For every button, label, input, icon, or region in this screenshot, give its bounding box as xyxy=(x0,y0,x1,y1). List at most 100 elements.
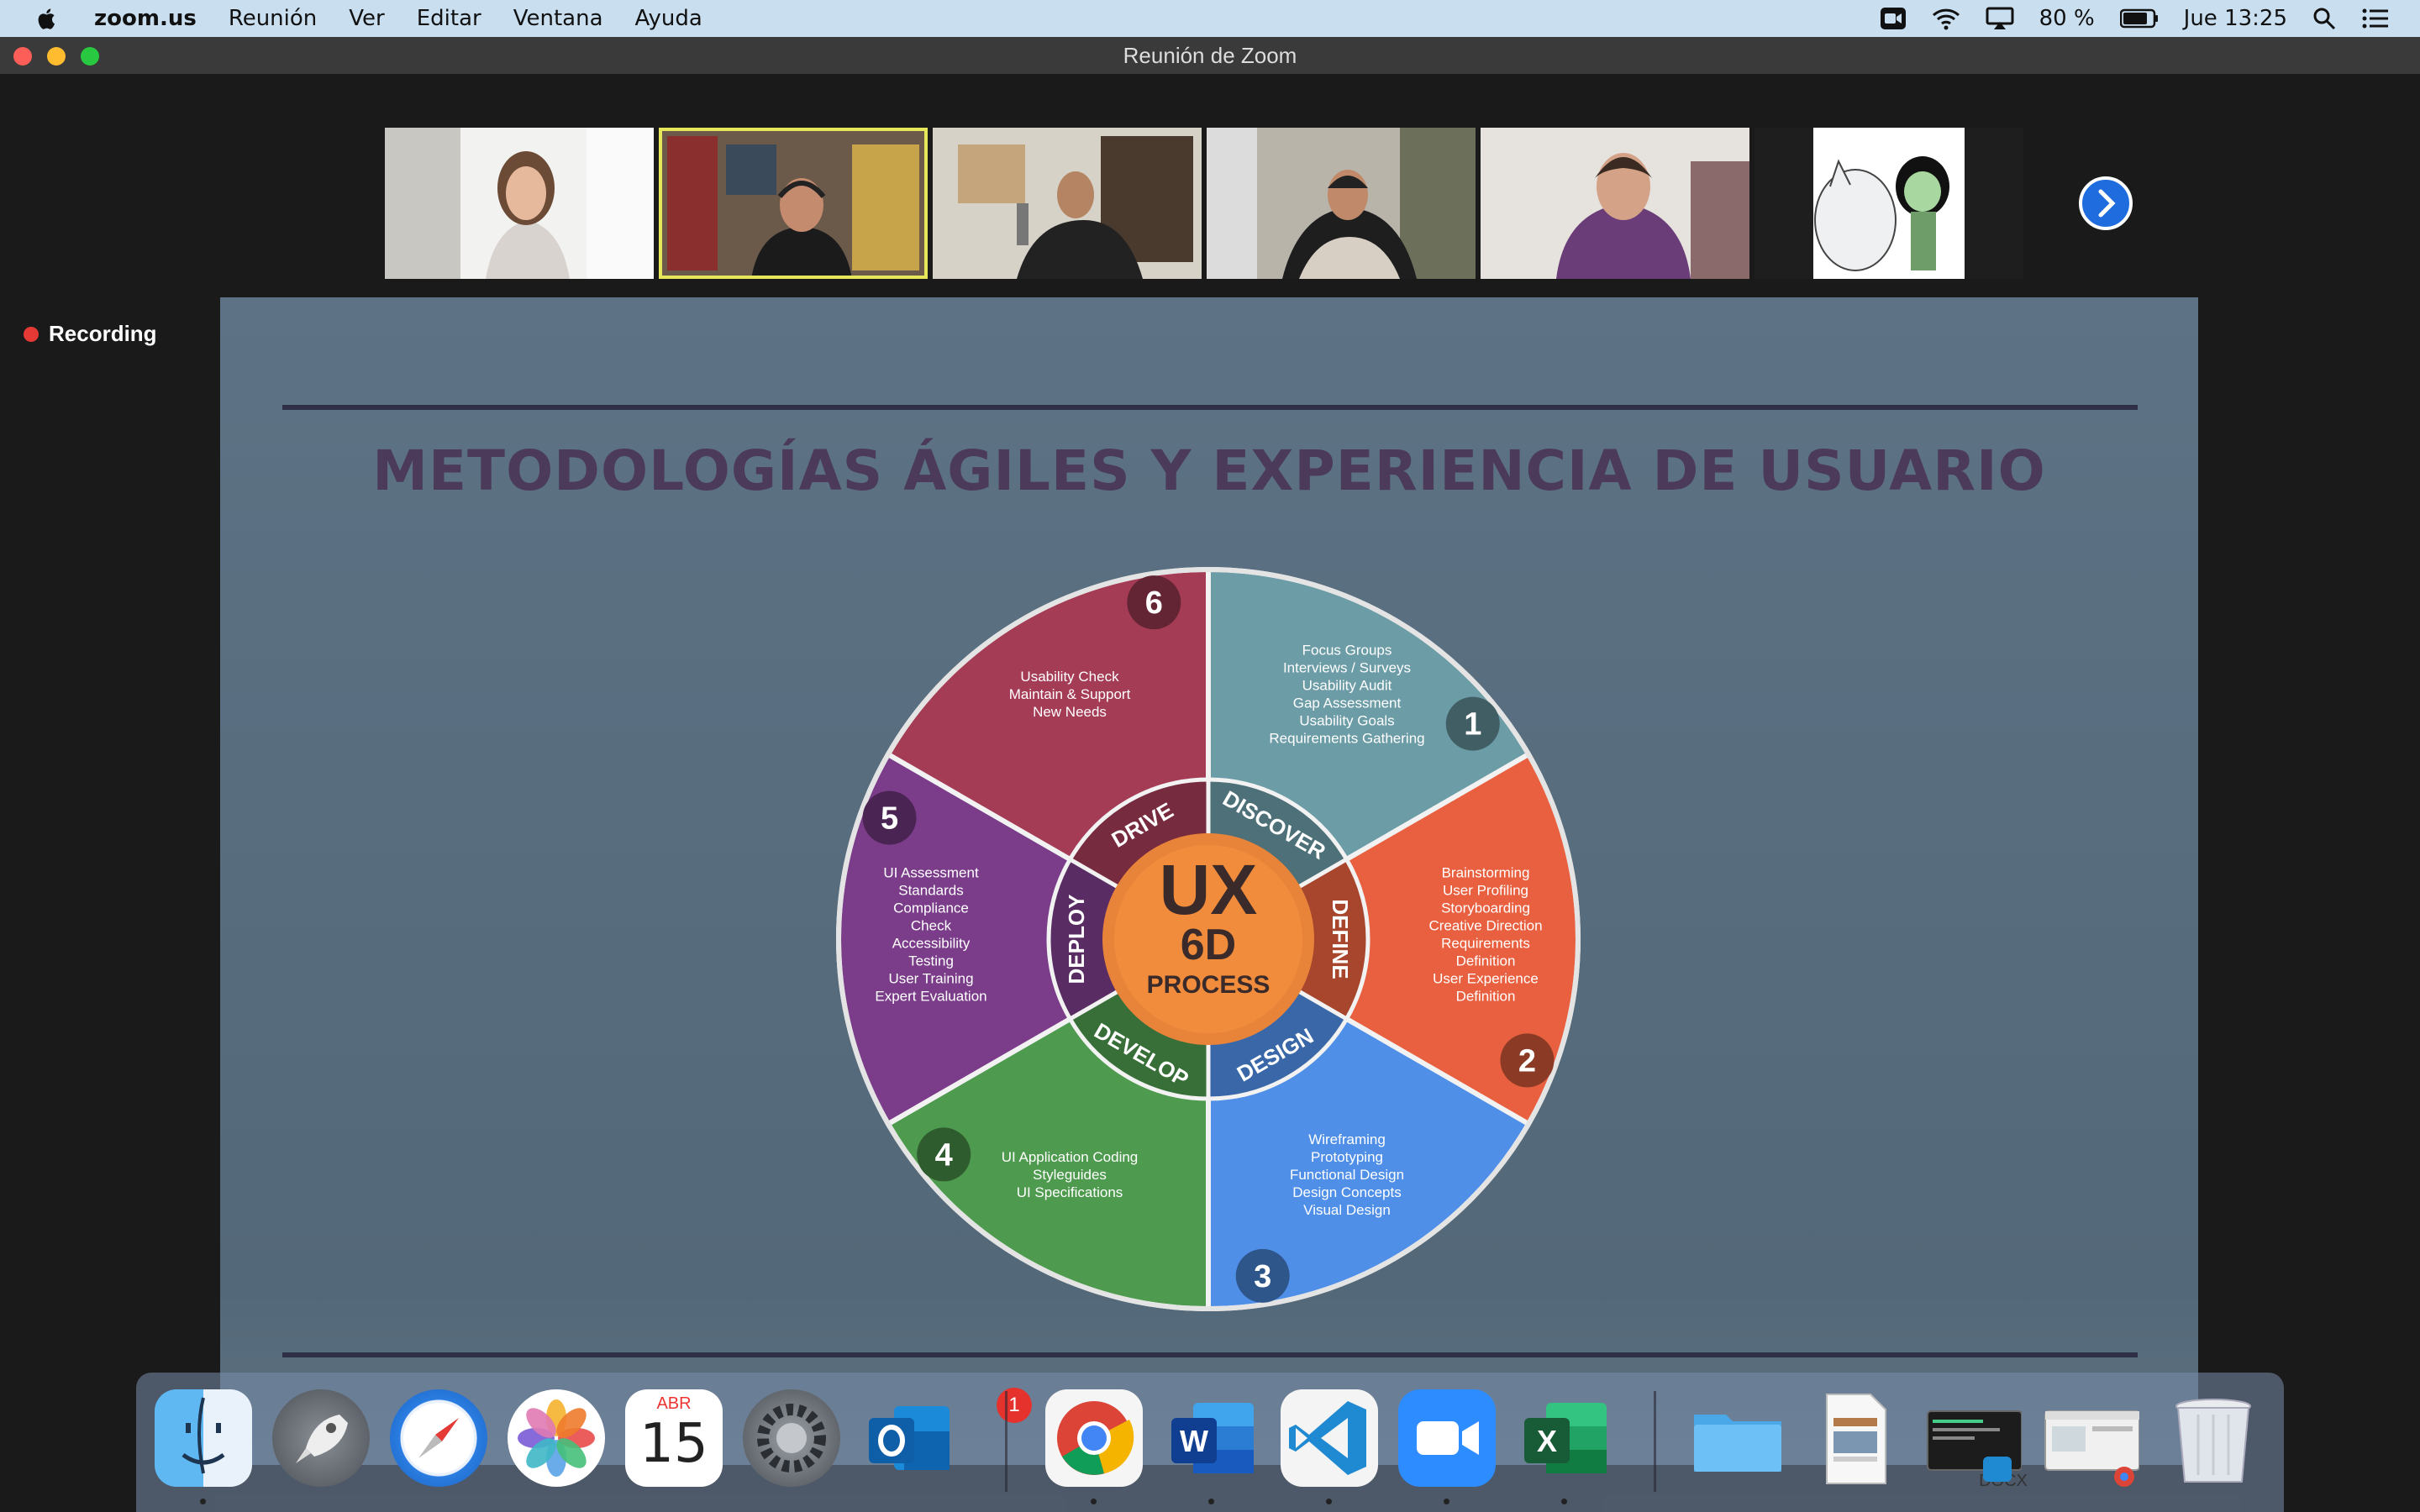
zoom-window: Reunión de Zoom Recording METODOLOGÍAS Á… xyxy=(0,37,2420,1512)
phase-number-1: 1 xyxy=(1464,707,1481,743)
participant-video-1[interactable] xyxy=(385,128,654,279)
participant-video-3[interactable] xyxy=(933,128,1202,279)
phase-item-discover-5: Requirements Gathering xyxy=(1269,731,1424,747)
phase-item-deploy-5: Testing xyxy=(908,953,954,969)
phase-item-define-7: Definition xyxy=(1456,989,1516,1005)
phase-item-deploy-1: Standards xyxy=(898,883,964,899)
zoom-running-dot xyxy=(1444,1499,1449,1504)
menu-editar[interactable]: Editar xyxy=(417,6,481,31)
dock-launchpad[interactable] xyxy=(272,1389,370,1487)
dock-excel[interactable]: X xyxy=(1516,1389,1613,1487)
shared-screen-slide: METODOLOGÍAS ÁGILES Y EXPERIENCIA DE USU… xyxy=(220,297,2198,1465)
participant-video-5[interactable] xyxy=(1481,128,1749,279)
chrome-icon xyxy=(1057,1401,1134,1475)
vscode-running-dot xyxy=(1326,1499,1332,1504)
calendar-day: 15 xyxy=(639,1413,708,1475)
minimize-button[interactable] xyxy=(47,47,66,66)
folder-icon xyxy=(1694,1415,1781,1472)
dock-word[interactable]: W xyxy=(1163,1389,1260,1487)
word-running-dot xyxy=(1208,1499,1214,1504)
apple-icon[interactable] xyxy=(34,5,60,32)
dock-folder[interactable] xyxy=(1689,1389,1786,1487)
phase-item-define-1: User Profiling xyxy=(1443,883,1528,899)
rocket-icon xyxy=(296,1415,348,1463)
participant-video-2-active-speaker[interactable] xyxy=(659,128,928,279)
chevron-right-icon xyxy=(2098,189,2116,218)
phase-item-define-2: Storyboarding xyxy=(1441,900,1530,916)
svg-text:X: X xyxy=(1537,1424,1557,1458)
dock-trash[interactable] xyxy=(2165,1389,2262,1487)
dock-finder[interactable] xyxy=(155,1389,252,1487)
finder-running-dot xyxy=(200,1499,206,1504)
phase-item-design-0: Wireframing xyxy=(1308,1131,1386,1147)
phase-number-2: 2 xyxy=(1518,1043,1536,1079)
dock-document[interactable] xyxy=(1807,1389,1904,1487)
phase-item-deploy-4: Accessibility xyxy=(892,936,971,952)
menu-reunion[interactable]: Reunión xyxy=(229,6,317,31)
window-titlebar[interactable]: Reunión de Zoom xyxy=(0,37,2420,75)
phase-item-define-6: User Experience xyxy=(1433,971,1539,987)
dock-separator xyxy=(1005,1391,1007,1492)
phase-item-design-3: Design Concepts xyxy=(1292,1184,1401,1200)
browser-window-icon xyxy=(2044,1410,2140,1487)
dock-separator-2 xyxy=(1654,1391,1656,1492)
phase-number-3: 3 xyxy=(1254,1259,1271,1294)
clock[interactable]: Jue 13:25 xyxy=(2184,6,2287,31)
phase-item-define-0: Brainstorming xyxy=(1442,865,1530,881)
phase-item-drive-1: Maintain & Support xyxy=(1009,686,1131,702)
phase-item-deploy-3: Check xyxy=(911,918,952,934)
dock-system-preferences[interactable] xyxy=(743,1389,840,1487)
finder-icon xyxy=(182,1397,225,1474)
dock-safari[interactable] xyxy=(390,1389,487,1487)
phase-number-5: 5 xyxy=(881,801,898,837)
notification-badge: 1 xyxy=(997,1388,1032,1423)
dock-zoom[interactable] xyxy=(1398,1389,1496,1487)
terminal-window-icon xyxy=(1927,1410,2023,1482)
document-icon xyxy=(1826,1394,1886,1484)
dock-photos[interactable] xyxy=(508,1389,605,1487)
dock-calendar[interactable]: ABR 15 xyxy=(625,1389,723,1487)
participant-video-4[interactable] xyxy=(1207,128,1476,279)
phase-item-develop-0: UI Application Coding xyxy=(1002,1149,1139,1165)
dock-vscode[interactable] xyxy=(1281,1389,1378,1487)
phase-item-drive-0: Usability Check xyxy=(1020,669,1119,685)
participant-video-6-avatar[interactable] xyxy=(1754,128,2023,279)
spotlight-search-icon[interactable] xyxy=(2312,7,2336,30)
zoom-camera-icon xyxy=(1417,1421,1479,1455)
meeting-area: Recording METODOLOGÍAS ÁGILES Y EXPERIEN… xyxy=(0,74,2420,1512)
dock-terminal-window[interactable] xyxy=(1924,1389,2023,1487)
next-page-button[interactable] xyxy=(2079,176,2133,230)
phase-item-discover-3: Gap Assessment xyxy=(1293,696,1402,711)
dock-outlook[interactable] xyxy=(860,1389,958,1487)
excel-running-dot xyxy=(1561,1499,1567,1504)
vscode-icon xyxy=(1289,1401,1366,1475)
menu-ventana[interactable]: Ventana xyxy=(513,6,603,31)
trash-icon xyxy=(2175,1399,2251,1483)
phase-item-deploy-6: User Training xyxy=(888,971,973,987)
excel-icon: X xyxy=(1524,1403,1607,1473)
dock-chrome[interactable] xyxy=(1045,1389,1143,1487)
wifi-icon[interactable] xyxy=(1932,7,1960,30)
phase-item-develop-2: UI Specifications xyxy=(1017,1184,1123,1200)
zoom-window-button[interactable] xyxy=(81,47,99,66)
zoom-video-icon[interactable] xyxy=(1880,7,1907,30)
outlook-icon xyxy=(869,1406,950,1470)
menu-ayuda[interactable]: Ayuda xyxy=(635,6,702,31)
close-button[interactable] xyxy=(13,47,32,66)
notification-center-icon[interactable] xyxy=(2361,7,2390,30)
phase-label-define: DEFINE xyxy=(1328,899,1353,979)
ux-6d-process-wheel: UX 6D PROCESS DISCOVER1Focus GroupsInter… xyxy=(836,566,1581,1312)
center-label-6d: 6D xyxy=(1181,921,1236,969)
center-label-ux: UX xyxy=(1160,850,1258,929)
svg-text:W: W xyxy=(1180,1424,1208,1458)
menu-ver[interactable]: Ver xyxy=(349,6,384,31)
recording-indicator[interactable]: Recording xyxy=(24,321,157,347)
app-menu-zoom[interactable]: zoom.us xyxy=(94,6,197,31)
phase-item-define-3: Creative Direction xyxy=(1428,918,1542,934)
phase-item-discover-0: Focus Groups xyxy=(1302,643,1392,659)
airplay-icon[interactable] xyxy=(1986,7,2014,30)
battery-icon[interactable] xyxy=(2119,8,2159,29)
phase-label-deploy: DEPLOY xyxy=(1064,895,1089,984)
dock-chrome-window[interactable] xyxy=(2042,1389,2140,1487)
slide-bottom-rule xyxy=(282,1352,2138,1357)
